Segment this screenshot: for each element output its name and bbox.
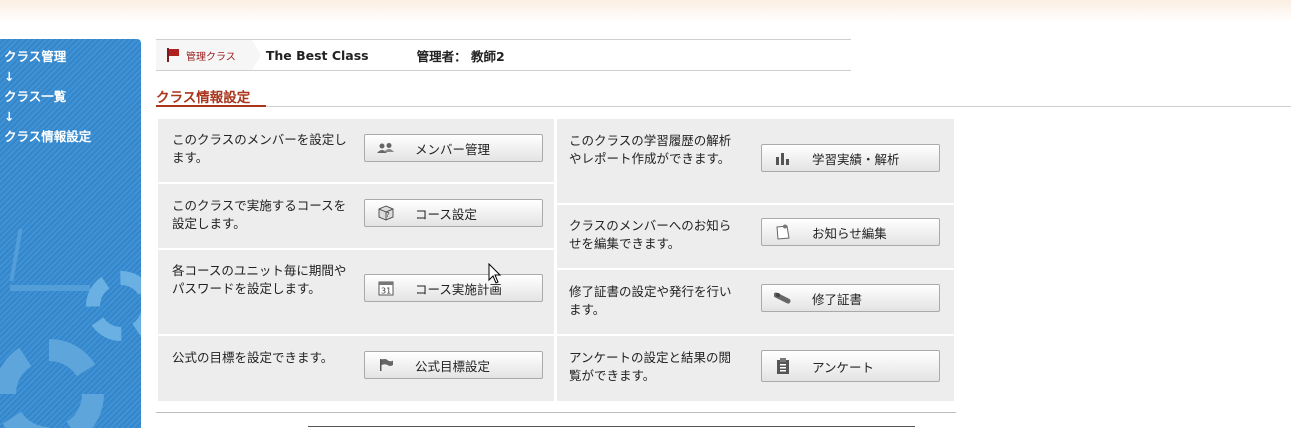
notice-edit-label: お知らせ編集 bbox=[812, 225, 887, 241]
footer-divider bbox=[308, 426, 915, 427]
settings-row: クラスのメンバーへのお知らせを編集できます。 お知らせ編集 bbox=[557, 205, 954, 268]
row-description: クラスのメンバーへのお知らせを編集できます。 bbox=[569, 218, 732, 251]
note-icon bbox=[772, 223, 794, 241]
flag-icon bbox=[166, 48, 180, 62]
learning-analysis-label: 学習実績・解析 bbox=[812, 151, 900, 167]
diploma-icon bbox=[772, 289, 794, 307]
row-description: アンケートの設定と結果の閲覧ができます。 bbox=[569, 350, 732, 383]
breadcrumb-current: クラス情報設定 bbox=[4, 129, 92, 144]
notice-edit-button[interactable]: お知らせ編集 bbox=[761, 218, 940, 246]
top-band bbox=[0, 0, 1291, 22]
survey-label: アンケート bbox=[812, 359, 875, 375]
clipboard-icon bbox=[772, 357, 794, 375]
calendar-icon: 31 bbox=[375, 279, 397, 297]
svg-text:?: ? bbox=[386, 211, 390, 219]
breadcrumb-arrow: ↓ bbox=[4, 69, 15, 84]
course-box-icon: ? bbox=[375, 204, 397, 222]
official-goal-label: 公式目標設定 bbox=[415, 358, 491, 374]
breadcrumb-arrow: ↓ bbox=[4, 109, 15, 124]
settings-row: このクラスのメンバーを設定します。 メンバー管理 bbox=[158, 119, 554, 182]
settings-row: このクラスで実施するコースを設定します。 ? コース設定 bbox=[158, 184, 554, 248]
admin-label: 管理者： 教師2 bbox=[416, 48, 505, 64]
course-settings-button[interactable]: ? コース設定 bbox=[364, 199, 543, 227]
decor-desk bbox=[10, 285, 90, 291]
survey-button[interactable]: アンケート bbox=[761, 350, 940, 382]
member-management-label: メンバー管理 bbox=[415, 141, 491, 157]
settings-row: 修了証書の設定や発行を行います。 修了証書 bbox=[557, 270, 954, 334]
settings-row: 公式の目標を設定できます。 公式目標設定 bbox=[158, 336, 554, 401]
sidebar: クラス管理 ↓ クラス一覧 ↓ クラス情報設定 bbox=[0, 39, 141, 428]
learning-analysis-button[interactable]: 学習実績・解析 bbox=[761, 144, 940, 172]
row-description: 各コースのユニット毎に期間やパスワードを設定します。 bbox=[172, 263, 347, 296]
gear-icon bbox=[86, 271, 141, 341]
title-accent bbox=[156, 105, 266, 107]
course-settings-label: コース設定 bbox=[415, 206, 477, 222]
panel-bottom-divider bbox=[156, 412, 956, 413]
page-title: クラス情報設定 bbox=[156, 90, 251, 106]
flag-icon bbox=[375, 356, 397, 374]
row-description: このクラスの学習履歴の解析やレポート作成ができます。 bbox=[569, 133, 732, 166]
class-name: The Best Class bbox=[265, 47, 369, 63]
settings-row: このクラスの学習履歴の解析やレポート作成ができます。 学習実績・解析 bbox=[557, 119, 954, 203]
users-icon bbox=[375, 139, 397, 157]
official-goal-button[interactable]: 公式目標設定 bbox=[364, 351, 543, 379]
managed-class-label: 管理クラス bbox=[186, 51, 236, 63]
row-description: 修了証書の設定や発行を行います。 bbox=[569, 284, 732, 317]
row-description: 公式の目標を設定できます。 bbox=[172, 350, 334, 365]
svg-text:31: 31 bbox=[381, 287, 391, 296]
decor-monitor bbox=[9, 229, 55, 281]
bar-chart-icon bbox=[772, 149, 794, 167]
gear-icon bbox=[0, 339, 104, 428]
row-description: このクラスで実施するコースを設定します。 bbox=[172, 198, 347, 231]
row-description: このクラスのメンバーを設定します。 bbox=[172, 132, 347, 165]
mouse-cursor-icon bbox=[488, 263, 502, 284]
certificate-button[interactable]: 修了証書 bbox=[761, 284, 940, 312]
breadcrumb-class-list[interactable]: クラス一覧 bbox=[4, 87, 141, 107]
breadcrumb-class-management[interactable]: クラス管理 bbox=[4, 47, 141, 67]
member-management-button[interactable]: メンバー管理 bbox=[364, 134, 543, 162]
settings-panel: このクラスのメンバーを設定します。 メンバー管理 このクラスで実施するコースを設… bbox=[156, 117, 956, 403]
managed-class-tag: 管理クラス bbox=[156, 40, 261, 70]
title-divider bbox=[156, 106, 1291, 107]
settings-row: アンケートの設定と結果の閲覧ができます。 アンケート bbox=[557, 336, 954, 401]
sidebar-breadcrumb: クラス管理 ↓ クラス一覧 ↓ クラス情報設定 bbox=[0, 39, 141, 147]
certificate-label: 修了証書 bbox=[812, 291, 863, 307]
class-header: 管理クラス The Best Class 管理者： 教師2 bbox=[156, 39, 851, 71]
course-plan-button[interactable]: 31 コース実施計画 bbox=[364, 274, 543, 302]
